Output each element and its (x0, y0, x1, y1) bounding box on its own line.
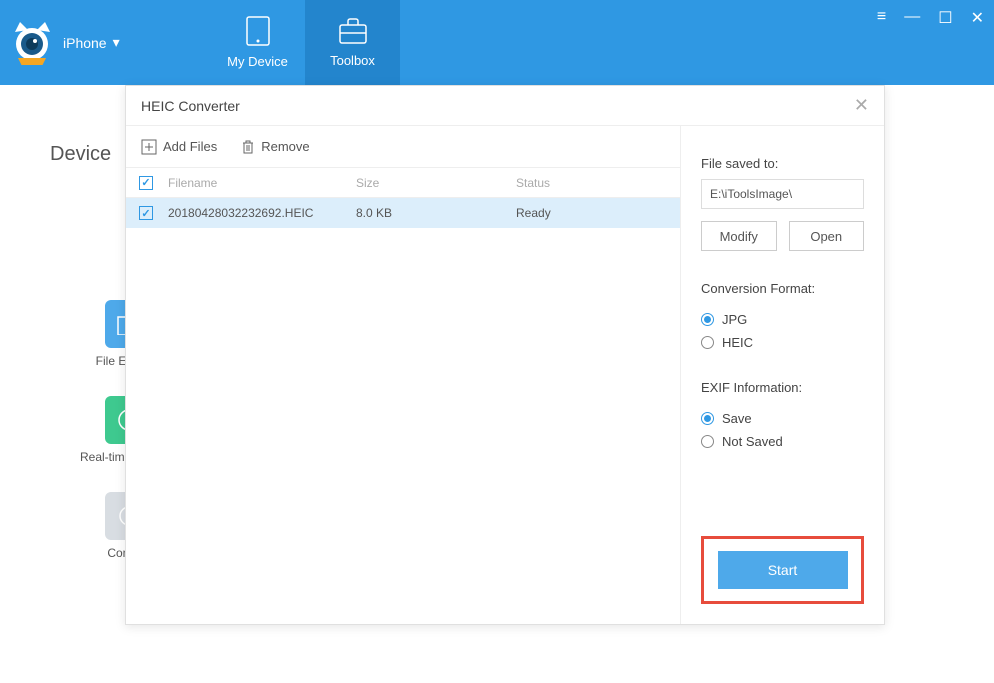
radio-icon (701, 313, 714, 326)
table-row[interactable]: 20180428032232692.HEIC 8.0 KB Ready (126, 198, 680, 228)
format-label: Conversion Format: (701, 281, 864, 296)
app-logo-icon (10, 20, 55, 65)
modify-button[interactable]: Modify (701, 221, 777, 251)
section-title: Device (50, 143, 111, 166)
cell-size: 8.0 KB (356, 206, 516, 220)
device-dropdown[interactable]: iPhone ▾ (63, 34, 120, 51)
modal-header: HEIC Converter ✕ (126, 86, 884, 126)
window-controls: ≡ — ☐ ✕ (877, 8, 984, 28)
radio-icon (701, 336, 714, 349)
radio-label: Save (722, 411, 752, 426)
heic-converter-modal: HEIC Converter ✕ Add Files Remove Filena… (125, 85, 885, 625)
saved-to-label: File saved to: (701, 156, 864, 171)
remove-button[interactable]: Remove (241, 139, 309, 155)
start-button[interactable]: Start (718, 551, 848, 589)
select-all-checkbox[interactable] (139, 176, 153, 190)
radio-label: Not Saved (722, 434, 783, 449)
remove-label: Remove (261, 139, 309, 154)
exif-radio-group: Save Not Saved (701, 411, 864, 449)
tab-my-device[interactable]: My Device (210, 0, 305, 85)
tab-label: Toolbox (330, 53, 375, 68)
cell-filename: 20180428032232692.HEIC (166, 206, 356, 220)
minimize-icon[interactable]: — (904, 8, 920, 28)
file-list-panel: Add Files Remove Filename Size Status 20… (126, 126, 681, 624)
path-buttons: Modify Open (701, 221, 864, 251)
device-label: iPhone (63, 35, 107, 51)
radio-label: JPG (722, 312, 747, 327)
tablet-icon (244, 16, 272, 46)
save-path-input[interactable] (701, 179, 864, 209)
nav-tabs: My Device Toolbox (210, 0, 400, 85)
radio-heic[interactable]: HEIC (701, 335, 864, 350)
radio-exif-not-saved[interactable]: Not Saved (701, 434, 864, 449)
add-files-button[interactable]: Add Files (141, 139, 217, 155)
tab-label: My Device (227, 54, 288, 69)
logo-area: iPhone ▾ (0, 0, 210, 85)
close-icon[interactable]: ✕ (971, 8, 984, 28)
cell-status: Ready (516, 206, 680, 220)
start-highlight-box: Start (701, 536, 864, 604)
col-status: Status (516, 176, 680, 190)
settings-panel: File saved to: Modify Open Conversion Fo… (681, 126, 884, 624)
table-header: Filename Size Status (126, 168, 680, 198)
add-files-label: Add Files (163, 139, 217, 154)
open-button[interactable]: Open (789, 221, 865, 251)
radio-jpg[interactable]: JPG (701, 312, 864, 327)
modal-body: Add Files Remove Filename Size Status 20… (126, 126, 884, 624)
radio-exif-save[interactable]: Save (701, 411, 864, 426)
radio-label: HEIC (722, 335, 753, 350)
toolbar: Add Files Remove (126, 126, 680, 168)
chevron-down-icon: ▾ (113, 34, 120, 51)
trash-icon (241, 139, 255, 155)
exif-label: EXIF Information: (701, 380, 864, 395)
maximize-icon[interactable]: ☐ (938, 8, 952, 28)
menu-icon[interactable]: ≡ (877, 8, 886, 28)
tab-toolbox[interactable]: Toolbox (305, 0, 400, 85)
format-radio-group: JPG HEIC (701, 312, 864, 350)
row-checkbox[interactable] (139, 206, 153, 220)
top-bar: iPhone ▾ My Device Toolbox ≡ — ☐ ✕ (0, 0, 994, 85)
modal-title: HEIC Converter (141, 98, 240, 114)
radio-icon (701, 412, 714, 425)
col-filename: Filename (166, 176, 356, 190)
radio-icon (701, 435, 714, 448)
col-size: Size (356, 176, 516, 190)
close-icon[interactable]: ✕ (854, 95, 869, 116)
toolbox-icon (338, 17, 368, 45)
plus-box-icon (141, 139, 157, 155)
